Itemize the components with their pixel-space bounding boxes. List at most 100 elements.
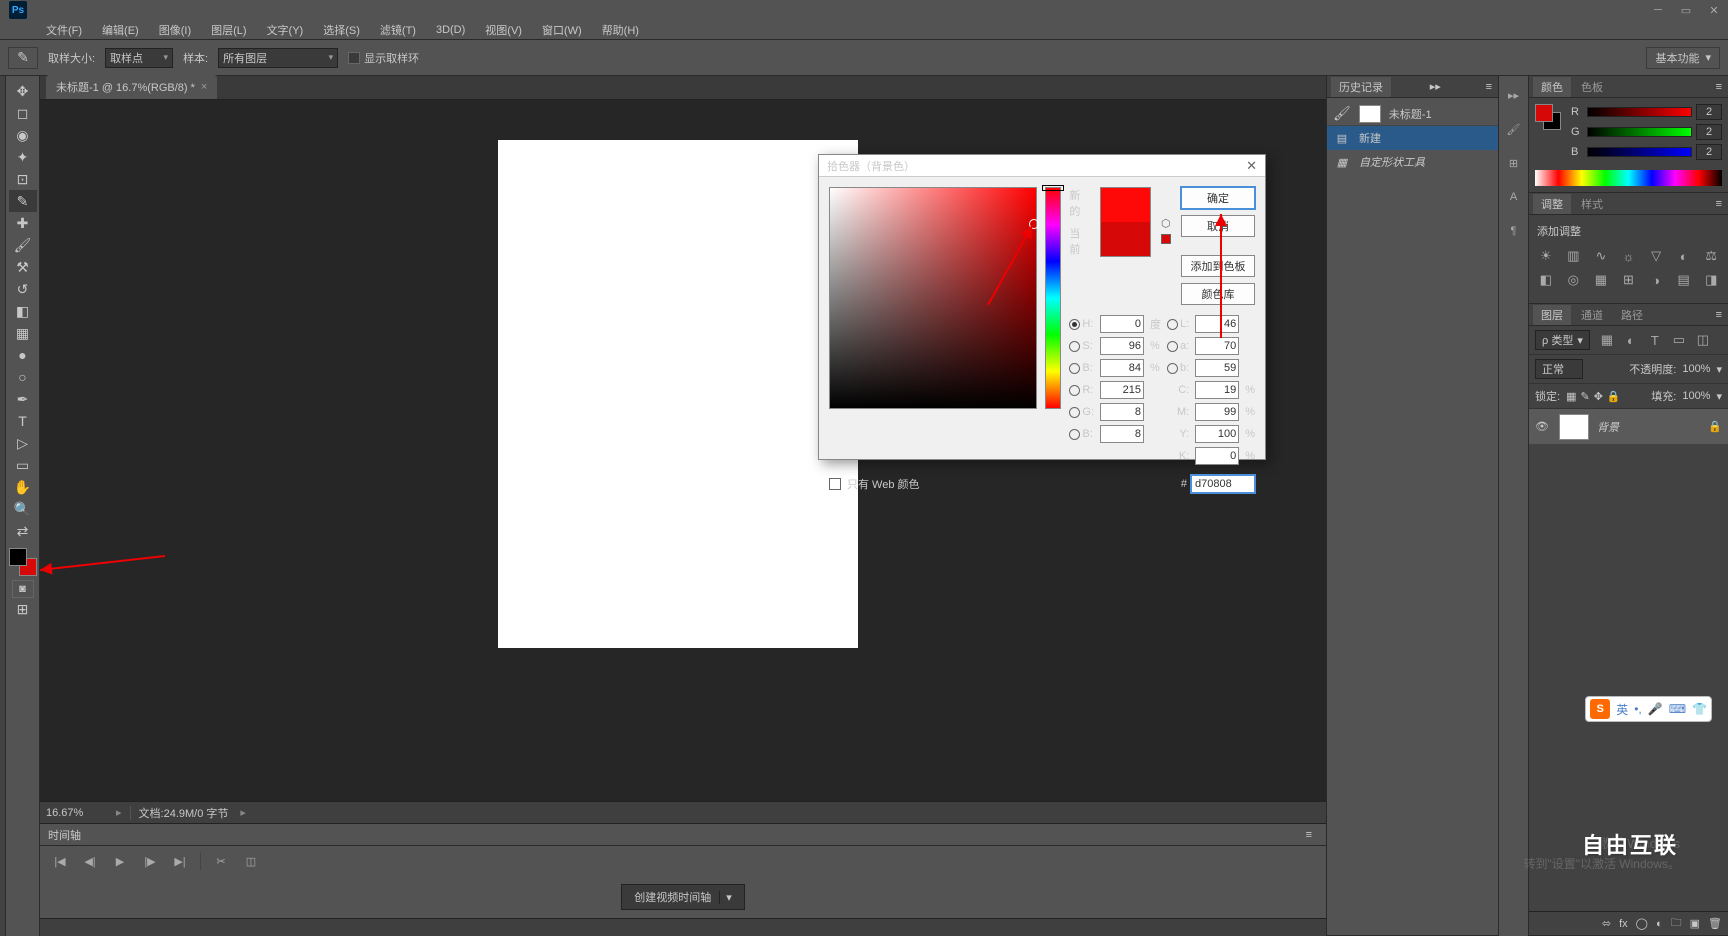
current-color-swatch[interactable] <box>1101 222 1150 256</box>
type-tool[interactable]: T <box>9 410 37 432</box>
caret-icon[interactable]: ▾ <box>719 891 732 904</box>
mask-icon[interactable]: ◯ <box>1636 917 1648 930</box>
tool-preset-picker[interactable]: ✎ <box>8 47 38 69</box>
photo-filter-icon[interactable]: ◎ <box>1565 271 1583 289</box>
a-radio[interactable]: a: <box>1167 340 1189 352</box>
exposure-icon[interactable]: ☼ <box>1620 247 1638 265</box>
fx-icon[interactable]: fx <box>1619 918 1628 930</box>
threshold-icon[interactable]: ◨ <box>1702 271 1720 289</box>
hex-input[interactable] <box>1191 475 1255 493</box>
ime-skin-icon[interactable]: 👕 <box>1692 702 1707 716</box>
prev-frame-btn[interactable]: ◀| <box>80 851 100 871</box>
layer-row-background[interactable]: 👁 背景 🔒 <box>1529 409 1728 445</box>
panel-menu-icon[interactable]: ≡ <box>1486 81 1492 93</box>
layer-filter-kind[interactable]: ρ 类型▾ <box>1535 330 1590 350</box>
gamut-warn-icon[interactable]: ⬡ <box>1161 217 1171 230</box>
l-radio[interactable]: L: <box>1167 318 1189 330</box>
spectrum-bar[interactable] <box>1535 170 1722 186</box>
paths-tab[interactable]: 路径 <box>1613 305 1651 325</box>
group-icon[interactable]: 🗀 <box>1671 914 1682 933</box>
stamp-tool[interactable]: ⚒ <box>9 256 37 278</box>
color-picker-titlebar[interactable]: 拾色器（背景色） ✕ <box>819 155 1265 177</box>
bb-radio[interactable]: B: <box>1069 428 1094 440</box>
balance-icon[interactable]: ⚖ <box>1702 247 1720 265</box>
fg-swatch[interactable] <box>1535 104 1553 122</box>
trash-icon[interactable]: 🗑 <box>1708 917 1722 930</box>
sample-size-select[interactable]: 取样点▾ <box>105 48 173 68</box>
play-btn[interactable]: ▶ <box>110 851 130 871</box>
menu-filter[interactable]: 滤镜(T) <box>370 20 426 40</box>
wand-tool[interactable]: ✦ <box>9 146 37 168</box>
color-tab[interactable]: 颜色 <box>1533 77 1571 97</box>
zoom-tool[interactable]: 🔍 <box>9 498 37 520</box>
filter-shape-icon[interactable]: ▭ <box>1670 331 1688 349</box>
b-radio[interactable]: B: <box>1069 362 1094 374</box>
hue-icon[interactable]: ◐ <box>1675 247 1693 265</box>
first-frame-btn[interactable]: |◀ <box>50 851 70 871</box>
minimize-button[interactable]: ─ <box>1644 0 1672 20</box>
s-radio[interactable]: S: <box>1069 340 1094 352</box>
y-input[interactable] <box>1195 425 1239 443</box>
adjust-tab[interactable]: 调整 <box>1533 194 1571 214</box>
m-input[interactable] <box>1195 403 1239 421</box>
h-input[interactable] <box>1100 315 1144 333</box>
visibility-icon[interactable]: 👁 <box>1535 420 1551 433</box>
tab-close-icon[interactable]: × <box>201 81 207 93</box>
crop-tool[interactable]: ⊡ <box>9 168 37 190</box>
menu-help[interactable]: 帮助(H) <box>592 20 649 40</box>
paragraph-icon[interactable]: ¶ <box>1503 220 1525 242</box>
styles-tab[interactable]: 样式 <box>1573 194 1611 214</box>
panel-menu-icon[interactable]: ≡ <box>1716 81 1722 93</box>
g-radio[interactable]: G: <box>1069 406 1094 418</box>
opacity-value[interactable]: 100% <box>1682 363 1710 375</box>
maximize-button[interactable]: ▭ <box>1672 0 1700 20</box>
c-input[interactable] <box>1195 381 1239 399</box>
l-input[interactable] <box>1195 315 1239 333</box>
cancel-button[interactable]: 取消 <box>1181 215 1255 237</box>
move-tool[interactable]: ✥ <box>9 80 37 102</box>
sample-select[interactable]: 所有图层▾ <box>218 48 338 68</box>
workspace-switcher[interactable]: 基本功能▾ <box>1646 47 1720 69</box>
color-field[interactable] <box>829 187 1037 409</box>
color-swatches[interactable] <box>9 548 37 576</box>
ime-keyboard-icon[interactable]: ⌨ <box>1669 702 1686 716</box>
channels-tab[interactable]: 通道 <box>1573 305 1611 325</box>
b-slider[interactable] <box>1587 147 1692 157</box>
swatches-tab[interactable]: 色板 <box>1573 77 1611 97</box>
history-snapshot-row[interactable]: 🖌 未标题-1 <box>1327 102 1498 126</box>
levels-icon[interactable]: ▥ <box>1565 247 1583 265</box>
h-radio[interactable]: H: <box>1069 318 1094 330</box>
filter-type-icon[interactable]: T <box>1646 331 1664 349</box>
b2-radio[interactable]: b: <box>1167 362 1189 374</box>
web-only-checkbox[interactable] <box>829 478 841 490</box>
history-tab[interactable]: 历史记录 <box>1331 77 1391 97</box>
menu-window[interactable]: 窗口(W) <box>532 20 592 40</box>
status-menu-icon[interactable]: ▸ <box>240 806 246 819</box>
g-slider[interactable] <box>1587 127 1692 137</box>
blend-mode-select[interactable]: 正常 <box>1535 359 1583 379</box>
lock-all-icon[interactable]: 🔒 <box>1607 390 1621 403</box>
quickmask-toggle[interactable]: ◙ <box>12 580 34 598</box>
marquee-tool[interactable]: ◻ <box>9 102 37 124</box>
filter-adjust-icon[interactable]: ◐ <box>1622 331 1640 349</box>
r-radio[interactable]: R: <box>1069 384 1094 396</box>
lasso-tool[interactable]: ◉ <box>9 124 37 146</box>
pen-tool[interactable]: ✒ <box>9 388 37 410</box>
fill-value[interactable]: 100% <box>1682 390 1710 402</box>
a-input[interactable] <box>1195 337 1239 355</box>
ime-lang[interactable]: 英 <box>1616 701 1628 718</box>
path-select-tool[interactable]: ▷ <box>9 432 37 454</box>
timeline-tab[interactable]: 时间轴 <box>48 827 81 843</box>
heal-tool[interactable]: ✚ <box>9 212 37 234</box>
menu-view[interactable]: 视图(V) <box>475 20 532 40</box>
filter-smart-icon[interactable]: ◫ <box>1694 331 1712 349</box>
lock-pixel-icon[interactable]: ✎ <box>1580 390 1589 403</box>
dodge-tool[interactable]: ○ <box>9 366 37 388</box>
create-video-timeline-btn[interactable]: 创建视频时间轴 ▾ <box>621 884 745 910</box>
clone-source-icon[interactable]: ⊞ <box>1503 152 1525 174</box>
g-input[interactable] <box>1100 403 1144 421</box>
close-button[interactable]: ✕ <box>1700 0 1728 20</box>
menu-3d[interactable]: 3D(D) <box>426 22 475 38</box>
brush-tool[interactable]: 🖌 <box>9 234 37 256</box>
character-icon[interactable]: A <box>1503 186 1525 208</box>
